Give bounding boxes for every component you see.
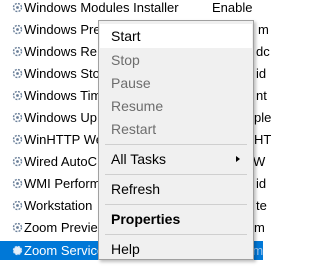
gear-icon <box>12 68 23 79</box>
gear-icon <box>12 156 23 167</box>
gear-icon <box>12 200 23 211</box>
gear-icon <box>12 112 23 123</box>
service-status: Enable <box>212 0 253 15</box>
menu-item-help[interactable]: Help <box>100 237 252 261</box>
gear-icon <box>12 46 23 57</box>
gear-icon <box>12 245 23 256</box>
service-status: ple <box>254 110 272 125</box>
menu-item-start[interactable]: Start <box>100 24 252 48</box>
service-status: m <box>258 22 269 37</box>
gear-icon <box>12 90 23 101</box>
context-menu: Start Stop Pause Resume Restart All Task… <box>98 20 254 260</box>
service-status: te <box>256 198 267 213</box>
gear-icon <box>12 2 23 13</box>
menu-item-properties[interactable]: Properties <box>100 207 252 231</box>
service-name: Zoom Service <box>24 243 105 258</box>
service-row[interactable]: Windows Modules Installer Enable <box>0 0 263 17</box>
menu-separator <box>105 234 247 235</box>
service-status: nt <box>256 88 267 103</box>
service-status: m <box>254 220 265 235</box>
service-status: id <box>256 176 267 191</box>
service-name: Windows Pre <box>24 22 101 37</box>
service-status: dc <box>256 44 270 59</box>
service-name: Windows Modules Installer <box>24 0 179 15</box>
gear-icon <box>12 24 23 35</box>
all-tasks-label: All Tasks <box>111 151 166 167</box>
gear-icon <box>12 178 23 189</box>
service-status: W <box>253 154 266 169</box>
service-name: Windows Re <box>24 44 97 59</box>
service-name: Wired AutoC <box>24 154 97 169</box>
gear-icon <box>12 134 23 145</box>
service-status: HT <box>254 132 272 147</box>
gear-icon <box>12 222 23 233</box>
service-name: Workstation <box>24 198 93 213</box>
service-name: Windows Up <box>24 110 97 125</box>
service-status: id <box>256 66 267 81</box>
service-name: Windows Tim <box>24 88 102 103</box>
menu-item-resume[interactable]: Resume <box>100 94 252 118</box>
service-name: WinHTTP We <box>24 132 103 147</box>
submenu-arrow-icon <box>236 156 240 162</box>
menu-separator <box>105 174 247 175</box>
menu-separator <box>105 204 247 205</box>
service-name: WMI Perform <box>24 176 101 191</box>
menu-separator <box>105 144 247 145</box>
menu-item-refresh[interactable]: Refresh <box>100 177 252 201</box>
menu-item-all-tasks[interactable]: All Tasks <box>100 147 252 171</box>
menu-item-pause[interactable]: Pause <box>100 71 252 95</box>
menu-item-stop[interactable]: Stop <box>100 48 252 72</box>
menu-item-restart[interactable]: Restart <box>100 117 252 141</box>
service-name: Windows Sto <box>24 66 100 81</box>
service-name: Zoom Previe <box>24 220 98 235</box>
